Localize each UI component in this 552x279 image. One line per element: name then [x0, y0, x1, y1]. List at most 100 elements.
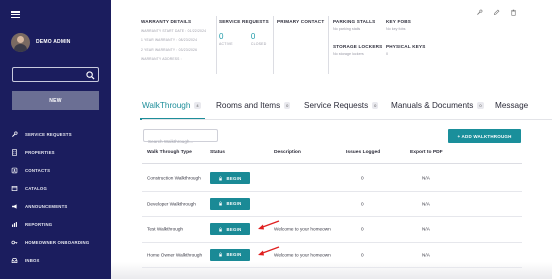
bottom-fade [111, 262, 552, 279]
lock-icon [219, 176, 223, 181]
add-walkthrough-button[interactable]: + ADD WALKTHROUGH [448, 129, 521, 143]
sidebar-item-catalog[interactable]: CATALOG [10, 179, 108, 197]
sidebar-item-label: REPORTING [25, 222, 53, 228]
storage-text: No storage lockers [333, 52, 364, 56]
walkthrough-type: Home Owner Walkthrough [147, 252, 203, 258]
tab-count-badge: 0 [284, 102, 291, 109]
column-header[interactable]: Status [210, 150, 225, 155]
sidebar-item-inbox[interactable]: INBOX [10, 252, 108, 270]
sidebar-item-contacts[interactable]: CONTACTS [10, 161, 108, 179]
storage-lockers: STORAGE LOCKERS No storage lockers [333, 44, 382, 56]
begin-button[interactable]: BEGIN [210, 248, 250, 261]
begin-label: BEGIN [226, 226, 242, 232]
primary-contact-title: PRIMARY CONTACT [277, 19, 325, 24]
tab-label: Rooms and Items [216, 101, 281, 110]
walkthrough-search-input[interactable] [144, 136, 217, 147]
walkthrough-type: Construction Walkthrough [147, 175, 201, 181]
physical-keys-text: 0 [386, 52, 389, 56]
sidebar-item-homeowner-onboarding[interactable]: HOMEOWNER ONBOARDING [10, 234, 108, 252]
issues-logged: 0 [361, 201, 364, 207]
walkthrough-description: Welcome to your homeown [274, 252, 331, 258]
sidebar-item-announcements[interactable]: ANNOUNCEMENTS [10, 197, 108, 215]
tab-walkthrough[interactable]: WalkThrough 4 [140, 101, 205, 120]
walkthrough-type: Developer Walkthrough [147, 201, 196, 207]
sidebar-item-label: INBOX [25, 258, 40, 264]
sidebar-search [12, 67, 99, 82]
sidebar-item-label: CONTACTS [25, 167, 51, 173]
sidebar-search-input[interactable] [16, 70, 86, 80]
search-icon[interactable] [86, 71, 95, 80]
sidebar-nav: SERVICE REQUESTS PROPERTIES CONTACTS CAT… [10, 125, 108, 270]
table-row[interactable]: Construction Walkthrough BEGIN 0 N/A [142, 166, 522, 192]
keyfobs-title: KEY FOBS [386, 19, 411, 24]
building-icon [10, 148, 18, 156]
sidebar-item-label: PROPERTIES [25, 149, 55, 155]
user-name: DEMO ADMIN [36, 39, 71, 45]
key-fobs: KEY FOBS No key fobs [386, 19, 411, 31]
sidebar-item-label: ANNOUNCEMENTS [25, 203, 68, 209]
walkthrough-search [143, 129, 218, 147]
tab-messages[interactable]: Message [495, 101, 528, 118]
tab-service-requests[interactable]: Service Requests 0 [304, 101, 379, 118]
warranty-details: WARRANTY DETAILS WARRANTY START DATE : 0… [141, 19, 221, 61]
sidebar-item-reporting[interactable]: REPORTING [10, 215, 108, 233]
walkthrough-description: Welcome to your homeown [274, 226, 331, 232]
begin-button[interactable]: BEGIN [210, 223, 250, 236]
primary-contact: PRIMARY CONTACT [277, 19, 324, 24]
column-header[interactable]: Export to PDF [410, 150, 443, 155]
annotation-arrow-icon [258, 220, 280, 230]
column-header[interactable]: Walk Through Type [147, 150, 192, 155]
table-row[interactable]: Test Walkthrough BEGIN Welcome to your h… [142, 217, 522, 243]
begin-button[interactable]: BEGIN [210, 197, 250, 210]
begin-label: BEGIN [226, 175, 242, 181]
tab-rooms-and-items[interactable]: Rooms and Items 0 [216, 101, 291, 118]
tab-count-badge: 0 [477, 102, 484, 109]
sidebar-item-label: HOMEOWNER ONBOARDING [25, 240, 90, 246]
details-header: WARRANTY DETAILS WARRANTY START DATE : 0… [111, 0, 552, 78]
tab-label: Service Requests [304, 101, 369, 110]
physical-keys: PHYSICAL KEYS 0 [386, 44, 426, 56]
service-requests-title: SERVICE REQUESTS [219, 19, 269, 24]
export-pdf: N/A [422, 252, 430, 258]
hamburger-menu-icon[interactable] [11, 11, 20, 18]
table-row[interactable]: Developer Walkthrough BEGIN 0 N/A [142, 192, 522, 217]
sidebar-item-label: SERVICE REQUESTS [25, 131, 72, 137]
export-pdf: N/A [422, 175, 430, 181]
begin-button[interactable]: BEGIN [210, 172, 250, 185]
issues-logged: 0 [361, 226, 364, 232]
header-actions [476, 9, 517, 16]
sidebar-item-properties[interactable]: PROPERTIES [10, 143, 108, 161]
tab-bar: WalkThrough 4 Rooms and Items 0 Service … [140, 101, 552, 120]
megaphone-icon [10, 202, 18, 210]
avatar[interactable] [11, 33, 30, 52]
tab-label: Message [495, 101, 529, 110]
parking-stalls: PARKING STALLS No parking stalls [333, 19, 375, 31]
sidebar-item-service-requests[interactable]: SERVICE REQUESTS [10, 125, 108, 143]
new-button[interactable]: NEW [12, 91, 99, 110]
sidebar-item-label: CATALOG [25, 185, 48, 191]
physical-keys-title: PHYSICAL KEYS [386, 44, 426, 49]
sidebar: DEMO ADMIN NEW SERVICE REQUESTS PROPERTI… [0, 0, 111, 279]
warranty-title: WARRANTY DETAILS [141, 19, 192, 24]
storage-title: STORAGE LOCKERS [333, 44, 383, 49]
parking-title: PARKING STALLS [333, 19, 376, 24]
parking-text: No parking stalls [333, 27, 361, 31]
key-icon [10, 239, 18, 247]
column-header[interactable]: Issues Logged [346, 150, 380, 155]
wrench-icon[interactable] [476, 9, 483, 16]
chart-icon [10, 221, 18, 229]
export-pdf: N/A [422, 201, 430, 207]
export-pdf: N/A [422, 226, 430, 232]
trash-icon[interactable] [510, 9, 517, 16]
tab-count-badge: 0 [372, 102, 379, 109]
tab-label: Manuals & Documents [391, 101, 474, 110]
divider [273, 16, 274, 74]
lock-icon [219, 252, 223, 257]
edit-icon[interactable] [493, 9, 500, 16]
table-header-divider [142, 163, 522, 164]
tab-count-badge: 4 [194, 102, 201, 109]
tab-manuals-documents[interactable]: Manuals & Documents 0 [391, 101, 484, 118]
column-header[interactable]: Description [274, 150, 301, 155]
active-label: ACTIVE [219, 42, 233, 46]
issues-logged: 0 [361, 252, 364, 258]
